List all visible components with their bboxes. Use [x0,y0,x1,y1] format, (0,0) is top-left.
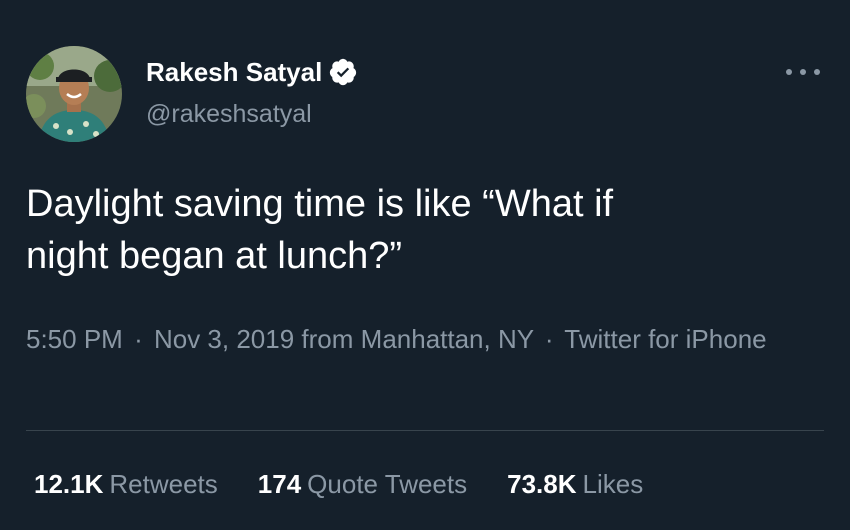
tweet-date[interactable]: Nov 3, 2019 [154,324,294,354]
retweets-label: Retweets [109,469,218,499]
avatar-image [26,46,122,142]
author-display-name[interactable]: Rakesh Satyal [146,56,358,88]
author-name-text: Rakesh Satyal [146,57,323,87]
tweet-text-line: Daylight saving time is like “What if [26,183,614,225]
tweet-card: Rakesh Satyal @rakeshsatyal Daylight sav… [0,0,850,530]
more-dot [800,69,806,75]
likes-stat[interactable]: 73.8K Likes [507,466,643,502]
tweet-location[interactable]: Manhattan, NY [361,324,534,354]
likes-count: 73.8K [507,469,577,499]
tweet-time[interactable]: 5:50 PM [26,324,123,354]
quote-tweets-count: 174 [257,469,302,499]
meta-separator: · [544,324,554,354]
meta-separator: · [134,324,143,354]
more-icon[interactable] [786,60,820,84]
engagement-stats: 12.1K Retweets 174 Quote Tweets 73.8K Likes [34,466,683,502]
more-dot [814,69,820,75]
tweet-text: Daylight saving time is like “What if ni… [26,178,816,282]
more-dot [786,69,792,75]
from-label: from [301,324,354,354]
tweet-text-line: night began at lunch?” [26,235,403,277]
retweets-stat[interactable]: 12.1K Retweets [34,466,218,502]
avatar[interactable] [26,46,122,142]
retweets-count: 12.1K [34,469,104,499]
likes-label: Likes [582,469,644,499]
tweet-source[interactable]: Twitter for iPhone [564,324,766,354]
divider [26,430,824,431]
author-handle[interactable]: @rakeshsatyal [146,98,312,130]
tweet-metadata: 5:50 PM · Nov 3, 2019 from Manhattan, NY… [26,320,816,358]
quote-tweets-label: Quote Tweets [307,469,468,499]
quote-tweets-stat[interactable]: 174 Quote Tweets [258,466,467,502]
verified-badge-icon [328,57,358,87]
